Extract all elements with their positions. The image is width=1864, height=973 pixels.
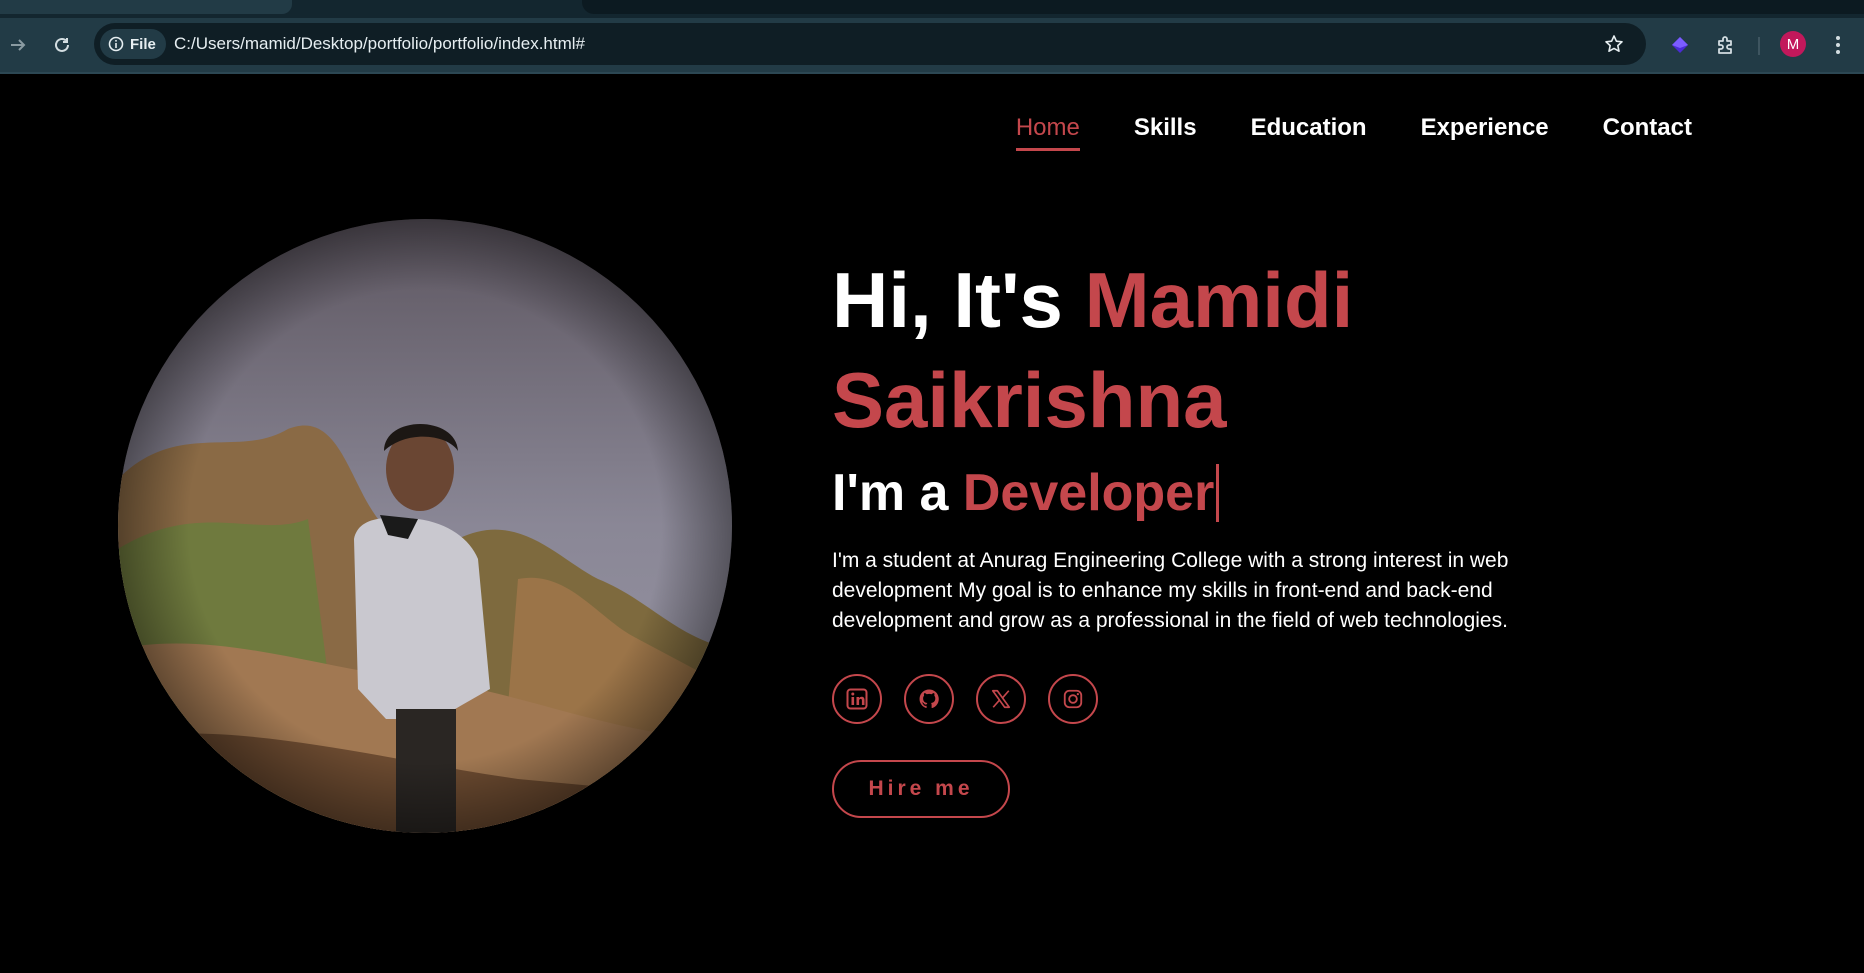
main-nav: Home Skills Education Experience Contact	[1015, 114, 1692, 151]
active-tab[interactable]	[0, 0, 292, 14]
x-link[interactable]	[976, 674, 1026, 724]
new-tab-area[interactable]	[582, 0, 1864, 14]
url-text[interactable]: C:/Users/mamid/Desktop/portfolio/portfol…	[174, 23, 585, 65]
typed-role: Developer	[962, 464, 1220, 522]
extensions-puzzle-icon[interactable]	[1708, 27, 1744, 63]
social-links	[832, 674, 1632, 724]
reload-icon[interactable]	[44, 27, 80, 63]
profile-photo	[118, 219, 732, 833]
nav-home[interactable]: Home	[1015, 114, 1080, 151]
browser-toolbar: File C:/Users/mamid/Desktop/portfolio/po…	[0, 18, 1864, 74]
instagram-icon	[1063, 689, 1083, 709]
nav-contact[interactable]: Contact	[1603, 114, 1692, 151]
profile-avatar[interactable]: M	[1780, 31, 1806, 57]
linkedin-link[interactable]	[832, 674, 882, 724]
instagram-link[interactable]	[1048, 674, 1098, 724]
linkedin-icon	[846, 688, 868, 710]
nav-education[interactable]: Education	[1251, 114, 1367, 151]
tab-strip	[0, 0, 1864, 18]
role-heading: I'm a Developer	[832, 462, 1632, 524]
bookmark-star-icon[interactable]	[1596, 26, 1632, 62]
toolbar-divider	[1758, 37, 1760, 55]
hero-description: I'm a student at Anurag Engineering Coll…	[832, 549, 1509, 632]
x-icon	[991, 689, 1011, 709]
site-info-chip[interactable]: File	[100, 29, 166, 59]
nav-experience[interactable]: Experience	[1421, 114, 1549, 151]
menu-kebab-icon[interactable]	[1820, 27, 1856, 63]
github-icon	[919, 689, 939, 709]
address-bar[interactable]: File C:/Users/mamid/Desktop/portfolio/po…	[94, 23, 1646, 65]
nav-skills[interactable]: Skills	[1134, 114, 1197, 151]
hero-section: Hi, It's Mamidi Saikrishna I'm a Develop…	[832, 250, 1632, 818]
greeting-text: Hi, It's	[832, 256, 1063, 344]
github-link[interactable]	[904, 674, 954, 724]
hire-me-button[interactable]: Hire me	[832, 760, 1010, 818]
info-icon	[108, 36, 124, 52]
extension-icon[interactable]	[1662, 27, 1698, 63]
site-info-label: File	[130, 35, 156, 53]
role-prefix: I'm a	[832, 464, 949, 522]
forward-icon[interactable]	[0, 27, 36, 63]
hero-heading: Hi, It's Mamidi Saikrishna	[832, 250, 1632, 450]
